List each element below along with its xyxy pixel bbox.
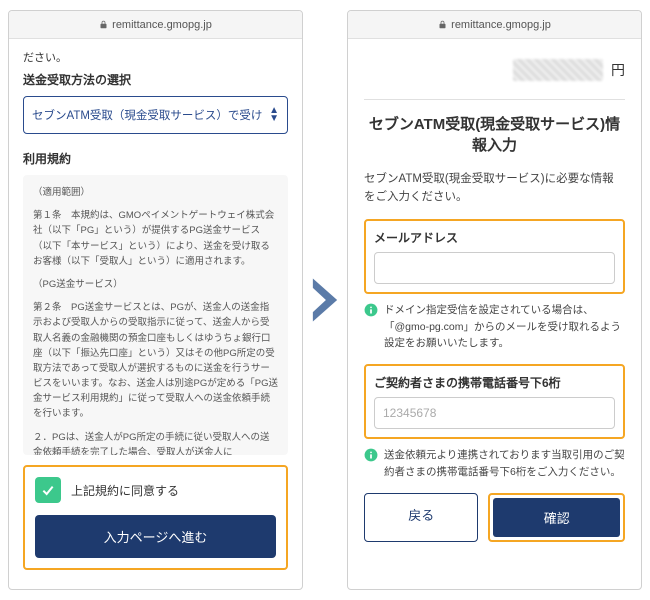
lock-icon: [99, 20, 108, 29]
page-description: セブンATM受取(現金受取サービス)に必要な情報をご入力ください。: [364, 170, 625, 207]
terms-p1-title: （適用範囲）: [33, 185, 278, 200]
page-title: セブンATM受取(現金受取サービス)情報入力: [364, 114, 625, 156]
phone-field-highlight: ご契約者さまの携帯電話番号下6桁 12345678: [364, 364, 625, 439]
arrow-right-icon: [311, 276, 339, 324]
agree-highlight: 上記規約に同意する 入力ページへ進む: [23, 465, 288, 570]
right-screen: remittance.gmopg.jp 円 セブンATM受取(現金受取サービス)…: [347, 10, 642, 590]
url-bar: remittance.gmopg.jp: [9, 11, 302, 39]
phone-input[interactable]: 12345678: [374, 397, 615, 429]
agree-label: 上記規約に同意する: [71, 482, 179, 499]
info-icon: [364, 448, 378, 462]
method-select[interactable]: セブンATM受取（現金受取サービス）で受け ▲▼: [23, 96, 288, 134]
confirm-button[interactable]: 確認: [493, 498, 620, 537]
amount-row: 円: [364, 53, 625, 87]
currency-label: 円: [611, 60, 625, 80]
info-icon: [364, 303, 378, 317]
confirm-highlight: 確認: [488, 493, 625, 542]
left-screen: remittance.gmopg.jp ださい。 送金受取方法の選択 セブンAT…: [8, 10, 303, 590]
url-text: remittance.gmopg.jp: [451, 19, 551, 31]
terms-p2: 第２条 PG送金サービスとは、PGが、送金人の送金指示および受取人からの受取指示…: [33, 300, 278, 422]
check-icon: [40, 482, 56, 498]
back-button[interactable]: 戻る: [364, 493, 478, 542]
terms-p2-title: （PG送金サービス）: [33, 277, 278, 292]
phone-label: ご契約者さまの携帯電話番号下6桁: [374, 374, 615, 391]
url-bar: remittance.gmopg.jp: [348, 11, 641, 39]
divider: [364, 99, 625, 100]
proceed-button[interactable]: 入力ページへ進む: [35, 515, 276, 558]
terms-heading: 利用規約: [23, 150, 288, 167]
agree-checkbox[interactable]: [35, 477, 61, 503]
phone-note: 送金依頼元より連携されております当取引用のご契約者さまの携帯電話番号下6桁をご入…: [384, 447, 625, 481]
email-input[interactable]: [374, 252, 615, 284]
terms-p1: 第１条 本規約は、GMOペイメントゲートウェイ株式会社（以下「PG」という）が提…: [33, 208, 278, 269]
email-note: ドメイン指定受信を設定されている場合は、「@gmo-pg.com」からのメールを…: [384, 302, 625, 352]
email-field-highlight: メールアドレス: [364, 219, 625, 294]
terms-p3: ２．PGは、送金人がPG所定の手続に従い受取人への送金依頼手続を完了した場合、受…: [33, 430, 278, 455]
select-arrows-icon: ▲▼: [269, 107, 279, 123]
intro-text: ださい。: [23, 49, 288, 65]
lock-icon: [438, 20, 447, 29]
amount-redacted: [513, 59, 603, 81]
method-heading: 送金受取方法の選択: [23, 71, 288, 88]
method-selected-label: セブンATM受取（現金受取サービス）で受け: [32, 107, 262, 123]
email-label: メールアドレス: [374, 229, 615, 246]
terms-scroll[interactable]: （適用範囲） 第１条 本規約は、GMOペイメントゲートウェイ株式会社（以下「PG…: [23, 175, 288, 455]
url-text: remittance.gmopg.jp: [112, 19, 212, 31]
